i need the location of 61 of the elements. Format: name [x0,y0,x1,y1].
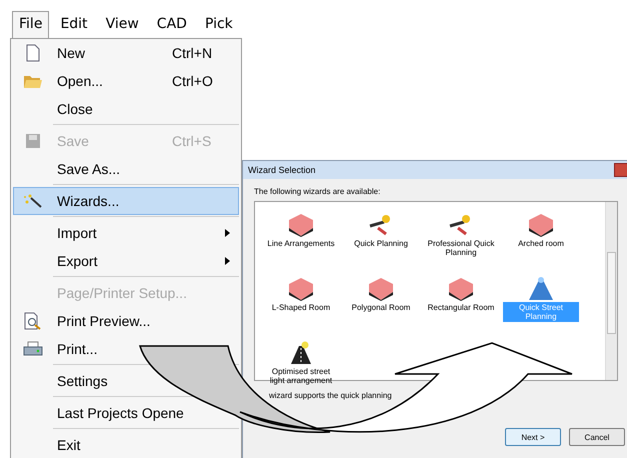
menu-tab[interactable]: CAD [150,10,194,38]
next-button[interactable]: Next > [505,428,561,446]
prompt-text: The following wizards are available: [254,187,382,196]
menu-item[interactable]: Export [13,247,239,275]
wizard-item[interactable]: Optimised street light arrangement [263,366,339,386]
wizard-item[interactable]: Polygonal Room [343,302,419,313]
shortcut-text: Ctrl+S [172,133,212,149]
wizard-item[interactable]: Arched room [503,238,579,249]
room-icon [446,276,476,302]
menu-tab[interactable]: View [98,10,146,38]
menu-item-label: Exit [56,437,80,453]
menu-item-label: Print... [56,341,98,357]
menu-item[interactable]: Settings [13,367,113,395]
menu-item-label: New [56,45,86,61]
submenu-arrow-icon [225,229,230,237]
menu-item-label: Close [56,101,93,117]
wizard-item[interactable]: Rectangular Room [423,302,499,313]
menu-tab[interactable]: Edit [53,10,95,38]
submenu-arrow-icon [225,257,230,265]
menu-item-label: Last Projects Opene [56,405,184,421]
menu-item[interactable]: Open... Ctrl+O [13,67,239,95]
window-title: Wizard Selection [247,165,316,175]
room-icon [286,212,316,238]
cancel-button[interactable]: Cancel [569,428,625,446]
scrollbar[interactable] [605,202,617,380]
folder-icon [23,73,43,89]
shortcut-text: Ctrl+O [172,73,214,89]
menu-item[interactable]: Close [13,95,98,123]
menu-item[interactable]: Print Preview... [13,307,156,335]
menu-item[interactable]: Print... [13,335,102,363]
menu-item[interactable]: Save As... [13,155,126,183]
menu-tab[interactable]: File [12,10,50,38]
wizard-item[interactable]: Line Arrangements [263,238,339,249]
menu-item-label: Print Preview... [56,313,150,329]
wizard-item[interactable]: L-Shaped Room [263,302,339,313]
room-icon [366,276,396,302]
menu-item-label: Open... [56,73,104,89]
printer-icon [23,341,43,357]
menu-tab[interactable]: Pick [198,10,240,38]
magnifier-icon [24,312,42,330]
menu-item-label: Save As... [56,161,120,177]
page-icon [25,44,41,62]
shortcut-text: Ctrl+N [172,45,214,61]
menu-item-label: Save [56,133,90,149]
menu-item-label: Import [56,225,98,241]
menu-item-label: Wizards... [56,193,120,209]
menu-item[interactable]: Exit [13,431,86,458]
room-icon [286,276,316,302]
menu-item-label: Page/Printer Setup... [56,285,187,301]
menu-item[interactable]: New Ctrl+N [13,39,239,67]
menu-item[interactable]: Import [13,219,239,247]
wizard-item[interactable]: Quick Planning [343,238,419,249]
description-text: wizard supports the quick planning [269,391,393,400]
wizard-item[interactable]: Professional Quick Planning [423,238,499,258]
menu-item-label: Export [56,253,98,269]
room-icon [526,212,556,238]
menu-item[interactable]: Wizards... [13,187,239,215]
street-icon [526,276,556,302]
menu-item[interactable]: Last Projects Opene [13,399,189,427]
wand-icon [23,193,43,209]
menu-item-label: Settings [56,373,108,389]
